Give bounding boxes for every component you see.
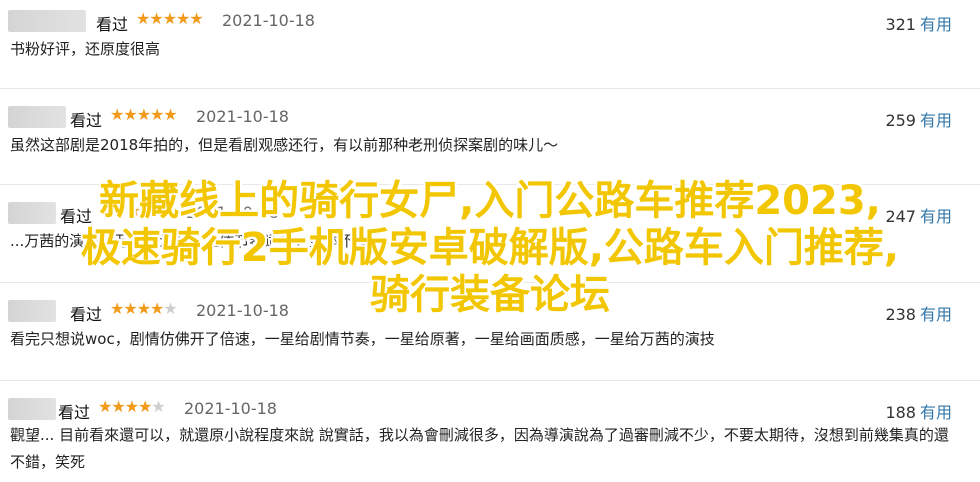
review-date: 2021-10-18 <box>222 11 315 30</box>
watch-status: 看过 <box>96 15 129 34</box>
vote-count: 321 有用 <box>885 15 952 34</box>
vote-count: 188 有用 <box>885 403 952 422</box>
avatar[interactable] <box>8 106 66 128</box>
avatar[interactable] <box>8 398 56 420</box>
avatar[interactable] <box>8 10 86 32</box>
review-date: 2021-10-18 <box>196 107 289 126</box>
overlay-banner: 新藏线上的骑行女尸,入门公路车推荐2023, 极速骑行2手机版安卓破解版,公路车… <box>0 178 980 319</box>
review-text: 看完只想说woc，剧情仿佛开了倍速，一星给剧情节奏，一星给原著，一星给画面质感，… <box>10 330 715 348</box>
useful-link[interactable]: 有用 <box>920 15 952 34</box>
divider <box>0 88 980 89</box>
overlay-line: 新藏线上的骑行女尸,入门公路车推荐2023, <box>99 178 881 224</box>
review-text: 书粉好评，还原度很高 <box>10 40 161 58</box>
vote-count: 259 有用 <box>885 111 952 130</box>
review-text: 觀望... 目前看來還可以，就還原小說程度來說 說實話，我以為會刪減很多，因為導… <box>10 426 949 471</box>
rating-stars: ★★★★★ <box>98 397 166 416</box>
rating-stars: ★★★★★ <box>136 9 204 28</box>
rating-stars: ★★★★★ <box>110 105 178 124</box>
review-meta: 看过 ★★★★★ 2021-10-18 259 有用 <box>0 104 980 130</box>
review-date: 2021-10-18 <box>184 399 277 418</box>
overlay-line: 骑行装备论坛 <box>370 272 610 318</box>
review-text: 虽然这部剧是2018年拍的，但是看剧观感还行，有以前那种老刑侦探案剧的味儿～ <box>10 136 559 154</box>
useful-link[interactable]: 有用 <box>920 111 952 130</box>
watch-status: 看过 <box>58 403 91 422</box>
overlay-line: 极速骑行2手机版安卓破解版,公路车入门推荐, <box>80 225 900 271</box>
divider <box>0 380 980 381</box>
useful-link[interactable]: 有用 <box>920 403 952 422</box>
watch-status: 看过 <box>70 111 103 130</box>
review-meta: 看过 ★★★★★ 2021-10-18 188 有用 <box>0 396 980 422</box>
review-meta: 看过 ★★★★★ 2021-10-18 321 有用 <box>0 8 980 34</box>
